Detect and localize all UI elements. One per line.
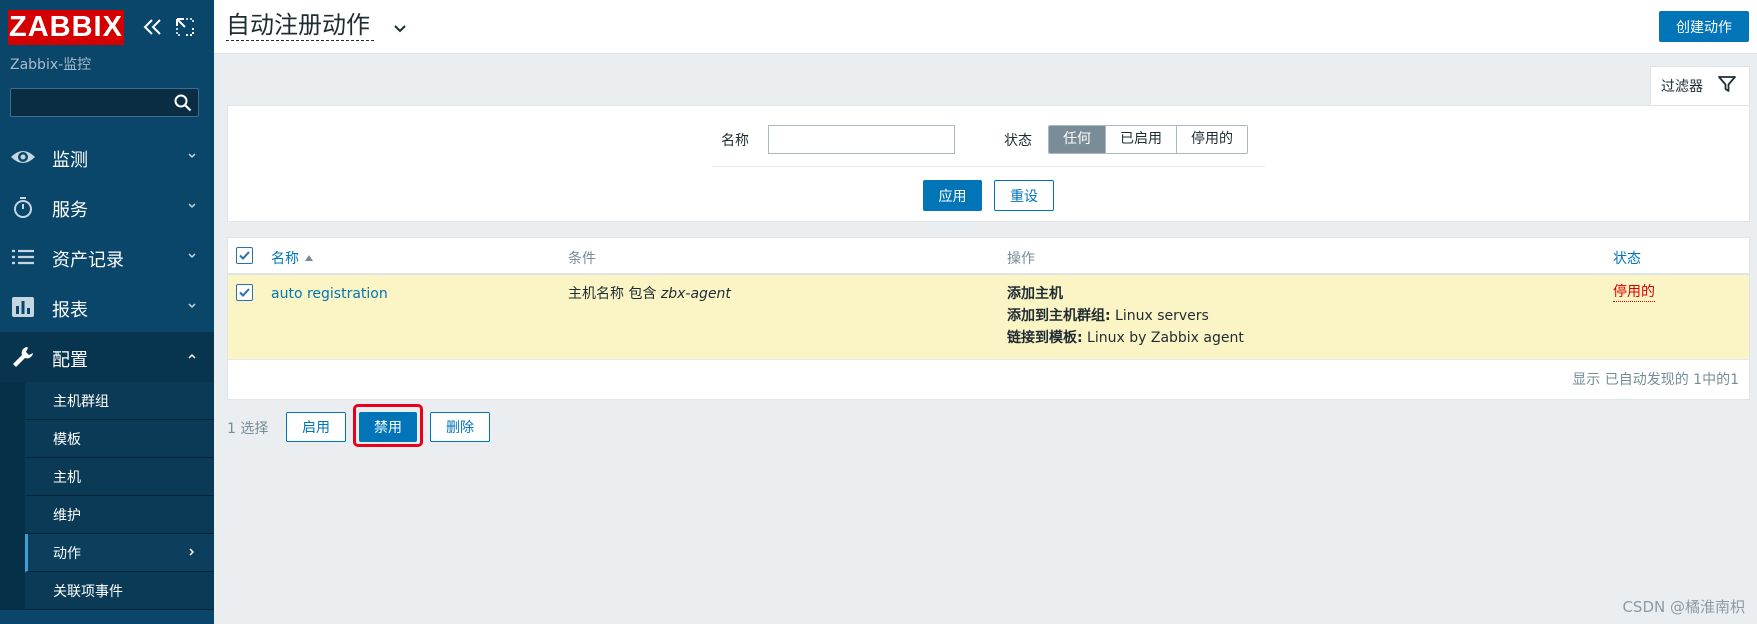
highlight-annotation: [353, 404, 423, 447]
column-header-operations: 操作: [1007, 251, 1035, 267]
operation-add-group-label: 添加到主机群组:: [1007, 308, 1111, 324]
server-name: Zabbix-监控: [10, 57, 92, 73]
chevron-down-icon: [186, 150, 198, 162]
filter-name-input[interactable]: [768, 125, 955, 154]
configuration-submenu: 主机群组 模板 主机 维护 动作 关联项事件: [0, 382, 214, 610]
stopwatch-icon: [10, 195, 36, 219]
selected-count: 1 选择: [227, 421, 269, 437]
chevron-up-icon: [186, 350, 198, 362]
submenu-label: 主机群组: [53, 394, 109, 410]
menu-item-inventory[interactable]: 资产记录: [0, 232, 214, 282]
delete-button[interactable]: 删除: [430, 412, 490, 442]
menu-label: 资产记录: [52, 250, 124, 271]
menu-label: 服务: [52, 200, 88, 221]
sidebar-search-input[interactable]: [10, 88, 199, 117]
operation-link-template-value: Linux by Zabbix agent: [1082, 330, 1244, 346]
watermark: CSDN @橘淮南枳: [1622, 598, 1745, 616]
submenu-item-templates[interactable]: 模板: [25, 420, 214, 458]
page-title[interactable]: 自动注册动作: [226, 10, 374, 41]
collapse-sidebar-icon[interactable]: [140, 14, 166, 40]
submenu-item-maintenance[interactable]: 维护: [25, 496, 214, 534]
submenu-item-host-groups[interactable]: 主机群组: [25, 382, 214, 420]
action-operations: 添加主机 添加到主机群组: Linux servers 链接到模板: Linux…: [1007, 283, 1244, 349]
logo-row: ZABBIX: [0, 0, 214, 54]
apply-button[interactable]: 应用: [923, 180, 982, 211]
action-condition: 主机名称 包含 zbx-agent: [568, 283, 731, 305]
action-name-link[interactable]: auto registration: [271, 283, 388, 305]
filter-divider: [713, 166, 1265, 167]
chevron-down-icon: [186, 200, 198, 212]
column-header-conditions: 条件: [568, 251, 596, 267]
search-icon[interactable]: [174, 94, 192, 112]
menu-item-reports[interactable]: 报表: [0, 282, 214, 332]
eye-icon: [10, 145, 36, 169]
menu-item-services[interactable]: 服务: [0, 182, 214, 232]
reset-button[interactable]: 重设: [994, 180, 1054, 211]
submenu-item-actions[interactable]: 动作: [25, 534, 214, 572]
select-all-checkbox[interactable]: [236, 247, 253, 264]
menu-label: 配置: [52, 350, 88, 371]
submenu-item-hosts[interactable]: 主机: [25, 458, 214, 496]
kiosk-mode-icon[interactable]: [172, 14, 198, 40]
actions-table: 名称 条件 操作 状态 auto registration 主机名称 包含 zb…: [227, 237, 1750, 400]
filter-name-label: 名称: [721, 133, 749, 149]
chevron-down-icon: [186, 300, 198, 312]
column-header-status[interactable]: 状态: [1613, 248, 1641, 268]
bar-chart-icon: [10, 295, 36, 319]
wrench-icon: [10, 345, 36, 369]
status-option-any[interactable]: 任何: [1049, 126, 1106, 153]
filter-icon: [1717, 74, 1737, 94]
filter-status-label: 状态: [1004, 133, 1032, 149]
table-header: 名称 条件 操作 状态: [228, 238, 1749, 275]
filter-tab-label: 过滤器: [1661, 79, 1703, 95]
status-option-enabled[interactable]: 已启用: [1106, 126, 1177, 153]
operation-add-host: 添加主机: [1007, 286, 1063, 302]
condition-prefix: 主机名称 包含: [568, 286, 661, 302]
table-footer: 显示 已自动发现的 1中的1: [1572, 372, 1739, 388]
list-icon: [10, 245, 36, 269]
menu-item-configuration[interactable]: 配置: [0, 332, 214, 382]
page-header: 自动注册动作 创建动作: [214, 0, 1757, 54]
sidebar: ZABBIX Zabbix-监控 监测 服务 资产记录 报表 配置 主机群组 模…: [0, 0, 214, 624]
main-menu: 监测 服务 资产记录 报表 配置: [0, 132, 214, 382]
filter-tab[interactable]: 过滤器: [1650, 66, 1750, 106]
chevron-down-icon: [186, 250, 198, 262]
menu-label: 报表: [52, 300, 88, 321]
chevron-right-icon: [186, 546, 198, 558]
operation-link-template-label: 链接到模板:: [1007, 330, 1083, 346]
status-badge[interactable]: 停用的: [1613, 283, 1655, 302]
menu-item-monitoring[interactable]: 监测: [0, 132, 214, 182]
enable-button[interactable]: 启用: [286, 412, 346, 442]
submenu-label: 动作: [53, 546, 81, 562]
chevron-down-icon[interactable]: [392, 22, 408, 36]
condition-value: zbx-agent: [660, 286, 731, 302]
menu-label: 监测: [52, 150, 88, 171]
create-action-button[interactable]: 创建动作: [1659, 11, 1749, 42]
status-radio-group: 任何 已启用 停用的: [1048, 125, 1248, 154]
row-checkbox[interactable]: [236, 284, 253, 301]
submenu-label: 维护: [53, 508, 81, 524]
submenu-label: 关联项事件: [53, 584, 123, 600]
filter-panel: 名称 状态 任何 已启用 停用的 应用 重设: [227, 105, 1750, 222]
status-option-disabled[interactable]: 停用的: [1177, 126, 1247, 153]
operation-add-group-value: Linux servers: [1110, 308, 1209, 324]
column-header-name[interactable]: 名称: [271, 248, 299, 268]
zabbix-logo[interactable]: ZABBIX: [8, 10, 124, 45]
submenu-label: 模板: [53, 432, 81, 448]
sort-ascending-icon: [304, 251, 314, 267]
table-row: auto registration 主机名称 包含 zbx-agent 添加主机…: [228, 275, 1749, 360]
submenu-item-event-correlation[interactable]: 关联项事件: [25, 572, 214, 610]
submenu-label: 主机: [53, 470, 81, 486]
